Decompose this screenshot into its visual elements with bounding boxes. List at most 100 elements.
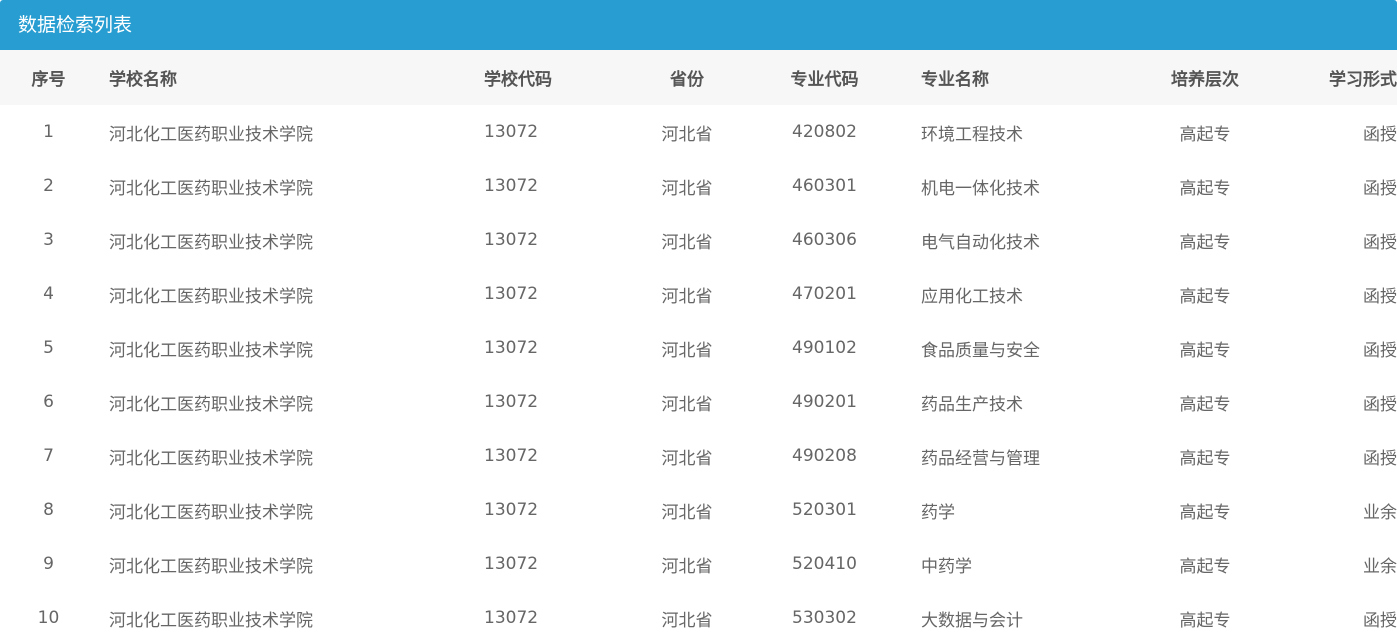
cell-school-code: 13072 [484, 446, 539, 466]
cell-province: 河北省 [661, 124, 713, 145]
cell-index: 4 [43, 284, 54, 304]
cell-school-name: 河北化工医药职业技术学院 [109, 124, 313, 145]
cell-index: 8 [43, 500, 54, 520]
cell-index: 9 [43, 554, 54, 574]
cell-major-code: 520410 [792, 554, 857, 574]
cell-major-code: 460306 [792, 230, 857, 250]
cell-school-code: 13072 [484, 500, 539, 520]
cell-level: 高起专 [1179, 448, 1231, 469]
table-row[interactable]: 3 河北化工医药职业技术学院 13072 河北省 460306 电气自动化技术 … [0, 213, 1397, 267]
cell-index: 3 [43, 230, 54, 250]
table-row[interactable]: 6 河北化工医药职业技术学院 13072 河北省 490201 药品生产技术 高… [0, 375, 1397, 429]
table-row[interactable]: 2 河北化工医药职业技术学院 13072 河北省 460301 机电一体化技术 … [0, 159, 1397, 213]
cell-level: 高起专 [1179, 394, 1231, 415]
cell-index: 1 [43, 122, 54, 142]
data-search-panel: 数据检索列表 序号 学校名称 学校代码 省份 专业代码 专业名称 培养层次 学习… [0, 0, 1397, 640]
table-row[interactable]: 10 河北化工医药职业技术学院 13072 河北省 530302 大数据与会计 … [0, 591, 1397, 640]
cell-index: 7 [43, 446, 54, 466]
cell-province: 河北省 [661, 448, 713, 469]
col-header-school-name: 学校名称 [109, 70, 177, 90]
cell-school-code: 13072 [484, 176, 539, 196]
table-row[interactable]: 5 河北化工医药职业技术学院 13072 河北省 490102 食品质量与安全 … [0, 321, 1397, 375]
cell-school-name: 河北化工医药职业技术学院 [109, 178, 313, 199]
table-row[interactable]: 4 河北化工医药职业技术学院 13072 河北省 470201 应用化工技术 高… [0, 267, 1397, 321]
col-header-school-code: 学校代码 [484, 70, 552, 90]
cell-study-mode: 函授 [1363, 124, 1397, 145]
cell-province: 河北省 [661, 610, 713, 631]
cell-study-mode: 函授 [1363, 340, 1397, 361]
cell-major-code: 490201 [792, 392, 857, 412]
cell-study-mode: 函授 [1363, 232, 1397, 253]
cell-study-mode: 业余 [1363, 556, 1397, 577]
table-header-row: 序号 学校名称 学校代码 省份 专业代码 专业名称 培养层次 学习形式 [0, 50, 1397, 105]
cell-major-name: 药品经营与管理 [921, 448, 1040, 469]
cell-level: 高起专 [1179, 502, 1231, 523]
cell-school-code: 13072 [484, 230, 539, 250]
cell-school-name: 河北化工医药职业技术学院 [109, 286, 313, 307]
table-row[interactable]: 1 河北化工医药职业技术学院 13072 河北省 420802 环境工程技术 高… [0, 105, 1397, 159]
col-header-study-mode: 学习形式 [1329, 70, 1397, 90]
cell-major-name: 应用化工技术 [921, 286, 1023, 307]
cell-school-name: 河北化工医药职业技术学院 [109, 340, 313, 361]
cell-school-code: 13072 [484, 338, 539, 358]
cell-level: 高起专 [1179, 286, 1231, 307]
cell-school-name: 河北化工医药职业技术学院 [109, 556, 313, 577]
cell-school-name: 河北化工医药职业技术学院 [109, 232, 313, 253]
cell-school-code: 13072 [484, 284, 539, 304]
cell-province: 河北省 [661, 502, 713, 523]
cell-province: 河北省 [661, 394, 713, 415]
cell-level: 高起专 [1179, 178, 1231, 199]
cell-level: 高起专 [1179, 340, 1231, 361]
cell-province: 河北省 [661, 232, 713, 253]
cell-province: 河北省 [661, 178, 713, 199]
cell-major-code: 490102 [792, 338, 857, 358]
cell-province: 河北省 [661, 340, 713, 361]
cell-level: 高起专 [1179, 124, 1231, 145]
cell-major-name: 食品质量与安全 [921, 340, 1040, 361]
table-body: 1 河北化工医药职业技术学院 13072 河北省 420802 环境工程技术 高… [0, 105, 1397, 640]
cell-school-name: 河北化工医药职业技术学院 [109, 448, 313, 469]
cell-school-code: 13072 [484, 122, 539, 142]
col-header-province: 省份 [670, 70, 704, 90]
cell-school-code: 13072 [484, 608, 539, 628]
cell-major-name: 机电一体化技术 [921, 178, 1040, 199]
cell-index: 10 [37, 608, 60, 628]
cell-study-mode: 函授 [1363, 178, 1397, 199]
col-header-major-name: 专业名称 [921, 70, 989, 90]
cell-major-code: 420802 [792, 122, 857, 142]
cell-school-name: 河北化工医药职业技术学院 [109, 394, 313, 415]
cell-index: 6 [43, 392, 54, 412]
cell-study-mode: 业余 [1363, 502, 1397, 523]
cell-level: 高起专 [1179, 610, 1231, 631]
table-row[interactable]: 9 河北化工医药职业技术学院 13072 河北省 520410 中药学 高起专 … [0, 537, 1397, 591]
col-header-major-code: 专业代码 [790, 70, 859, 90]
cell-major-name: 大数据与会计 [921, 610, 1023, 631]
cell-major-code: 460301 [792, 176, 857, 196]
col-header-level: 培养层次 [1171, 70, 1239, 90]
cell-major-code: 490208 [792, 446, 857, 466]
panel-title: 数据检索列表 [0, 0, 1397, 50]
cell-index: 5 [43, 338, 54, 358]
table-row[interactable]: 8 河北化工医药职业技术学院 13072 河北省 520301 药学 高起专 业… [0, 483, 1397, 537]
cell-study-mode: 函授 [1363, 610, 1397, 631]
cell-province: 河北省 [661, 286, 713, 307]
col-header-index: 序号 [31, 70, 66, 90]
cell-major-code: 520301 [792, 500, 857, 520]
cell-school-name: 河北化工医药职业技术学院 [109, 610, 313, 631]
cell-major-name: 药品生产技术 [921, 394, 1023, 415]
cell-level: 高起专 [1179, 232, 1231, 253]
results-table: 序号 学校名称 学校代码 省份 专业代码 专业名称 培养层次 学习形式 1 河北… [0, 50, 1397, 640]
cell-major-name: 环境工程技术 [921, 124, 1023, 145]
cell-major-name: 中药学 [921, 556, 972, 577]
cell-school-code: 13072 [484, 554, 539, 574]
table-header: 序号 学校名称 学校代码 省份 专业代码 专业名称 培养层次 学习形式 [0, 50, 1397, 105]
cell-major-name: 电气自动化技术 [921, 232, 1040, 253]
cell-study-mode: 函授 [1363, 394, 1397, 415]
cell-major-name: 药学 [921, 502, 955, 523]
cell-index: 2 [43, 176, 54, 196]
cell-major-code: 530302 [792, 608, 857, 628]
cell-school-name: 河北化工医药职业技术学院 [109, 502, 313, 523]
table-row[interactable]: 7 河北化工医药职业技术学院 13072 河北省 490208 药品经营与管理 … [0, 429, 1397, 483]
cell-study-mode: 函授 [1363, 286, 1397, 307]
cell-province: 河北省 [661, 556, 713, 577]
